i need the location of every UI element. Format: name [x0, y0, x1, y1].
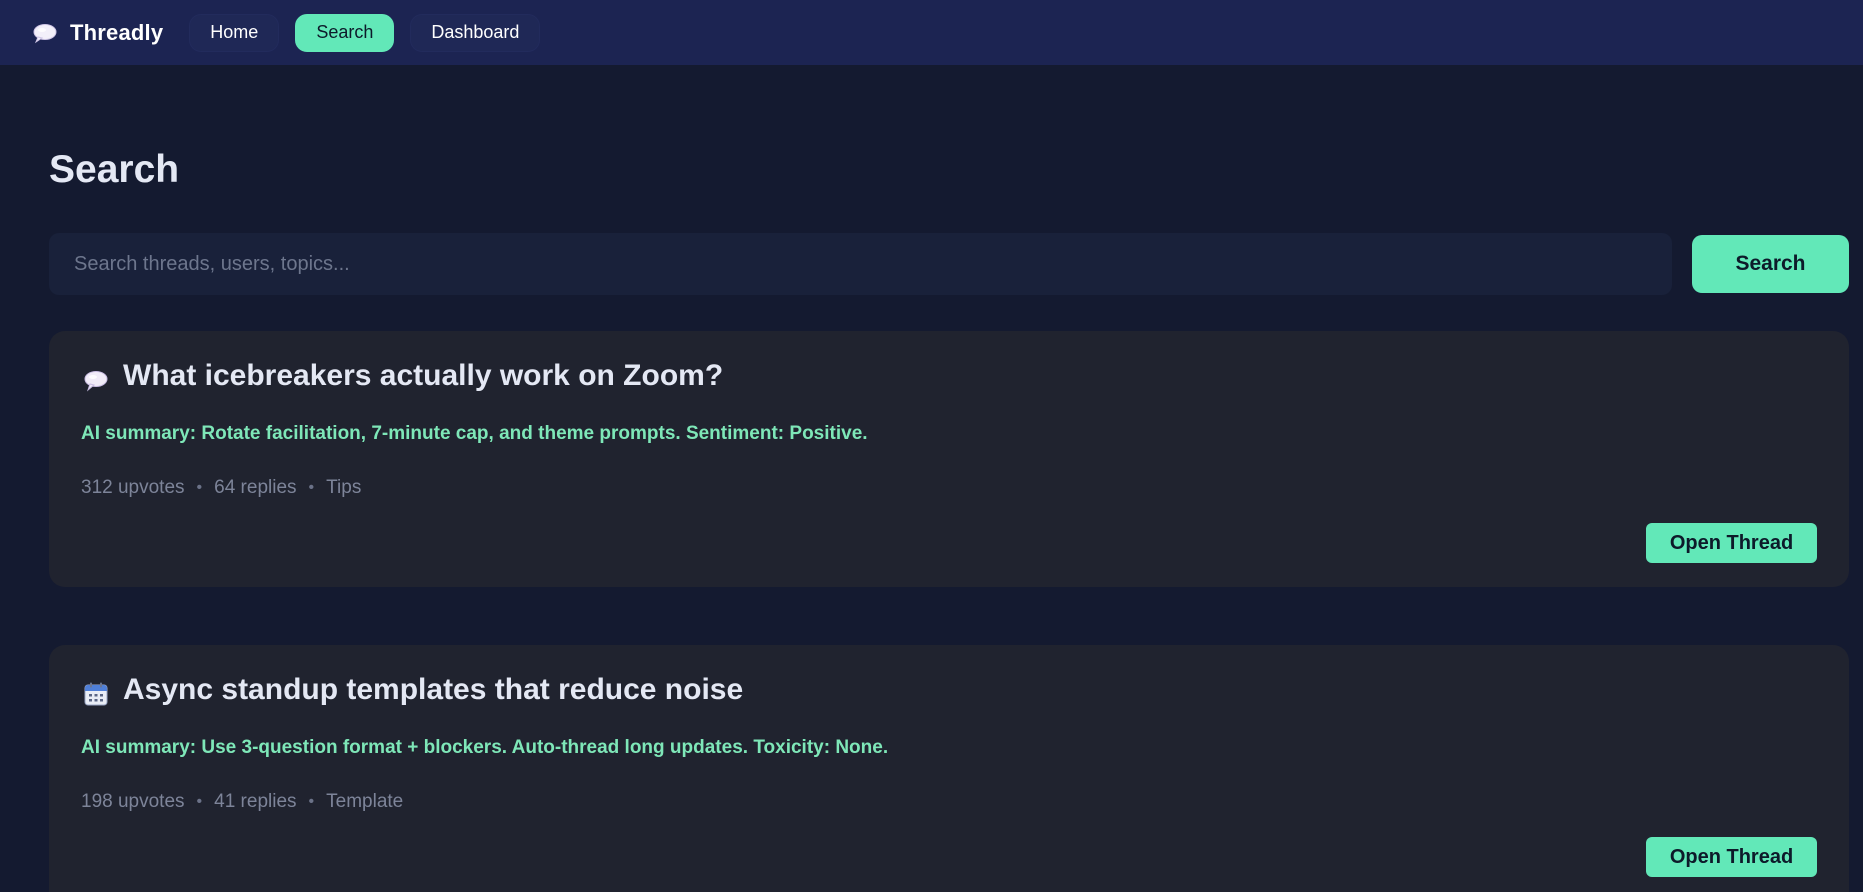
- speech-bubble-icon: [32, 22, 58, 44]
- thread-title[interactable]: What icebreakers actually work on Zoom?: [123, 359, 723, 393]
- thread-meta: 312 upvotes • 64 replies • Tips: [81, 477, 361, 499]
- nav-search[interactable]: Search: [295, 13, 395, 52]
- top-navbar: Threadly Home Search Dashboard: [0, 0, 1863, 65]
- separator-dot: •: [196, 479, 203, 496]
- thread-card-header: What icebreakers actually work on Zoom?: [81, 357, 723, 395]
- nav-dashboard[interactable]: Dashboard: [410, 13, 541, 52]
- ai-summary: AI summary: Rotate facilitation, 7-minut…: [81, 423, 868, 444]
- app-name: Threadly: [70, 19, 164, 45]
- calendar-icon: [81, 679, 111, 709]
- brand[interactable]: Threadly: [32, 20, 163, 46]
- search-bar: Search: [49, 233, 1849, 295]
- page-title: Search: [49, 148, 180, 191]
- reply-count: 64 replies: [214, 477, 297, 498]
- search-input[interactable]: [49, 233, 1672, 295]
- separator-dot: •: [308, 793, 315, 810]
- main-nav: Home Search Dashboard: [189, 13, 541, 52]
- separator-dot: •: [196, 793, 203, 810]
- reply-count: 41 replies: [214, 791, 297, 812]
- thread-meta: 198 upvotes • 41 replies • Template: [81, 791, 403, 813]
- upvote-count: 312 upvotes: [81, 477, 185, 498]
- thread-tag: Template: [326, 791, 404, 812]
- ai-summary: AI summary: Use 3-question format + bloc…: [81, 737, 889, 758]
- thread-title[interactable]: Async standup templates that reduce nois…: [123, 673, 743, 707]
- search-button[interactable]: Search: [1692, 235, 1849, 293]
- open-thread-button[interactable]: Open Thread: [1646, 837, 1817, 877]
- thread-card-header: Async standup templates that reduce nois…: [81, 671, 743, 709]
- thread-tag: Tips: [326, 477, 362, 498]
- thread-card: What icebreakers actually work on Zoom? …: [49, 331, 1849, 587]
- open-thread-button[interactable]: Open Thread: [1646, 523, 1817, 563]
- thread-card: Async standup templates that reduce nois…: [49, 645, 1849, 892]
- speech-bubble-icon: [81, 365, 111, 395]
- nav-home[interactable]: Home: [189, 13, 280, 52]
- upvote-count: 198 upvotes: [81, 791, 185, 812]
- separator-dot: •: [308, 479, 315, 496]
